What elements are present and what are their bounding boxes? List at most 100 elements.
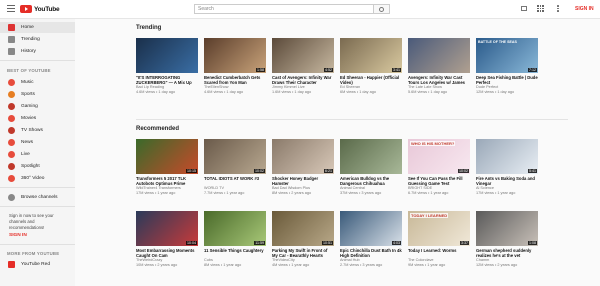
sidebar-item-history[interactable]: History: [0, 46, 75, 57]
news-icon: [8, 139, 15, 146]
video-card[interactable]: 11:59 11 Sensible Things Caughtery Cubs 8M …: [204, 211, 266, 267]
video-card[interactable]: 3:41 Ed Sheeran - Happier (Official Video…: [340, 38, 402, 94]
video-title[interactable]: German shepherd suddenly realizes he's a…: [476, 248, 538, 258]
video-title[interactable]: Epic Chinchilla Dust Bath In 4k High Def…: [340, 248, 402, 258]
sidebar-item-music[interactable]: Music: [0, 77, 75, 88]
sidebar-item-gaming[interactable]: Gaming: [0, 101, 75, 112]
video-thumbnail[interactable]: 10:04: [136, 211, 198, 246]
sidebar-item-label: Browse channels: [21, 195, 58, 200]
search-button[interactable]: [374, 4, 390, 14]
video-thumbnail[interactable]: 5:41: [476, 139, 538, 174]
video-card[interactable]: 10:51 Parking My Swift in Front of My Car…: [272, 211, 334, 267]
live-icon: [8, 151, 15, 158]
video-title[interactable]: TOTAL IDIOTS AT WORK #3: [204, 176, 266, 186]
video-title[interactable]: Cast of Avengers: Infinity War Draws The…: [272, 75, 334, 85]
youtube-logo[interactable]: YouTube: [20, 4, 60, 14]
video-title[interactable]: Transformers 5 2017 TLK Autobots Optimus…: [136, 176, 198, 186]
video-thumbnail[interactable]: 4:03: [340, 211, 402, 246]
video-duration: 10:51: [322, 240, 333, 245]
video-card[interactable]: 10:15 Transformers 5 2017 TLK Autobots Op…: [136, 139, 198, 195]
sidebar-item-youtube-red[interactable]: YouTube Red: [0, 259, 75, 270]
video-thumbnail[interactable]: 7:12 BATTLE OF THE SEAS: [476, 38, 538, 73]
video-card[interactable]: 5:41 Fire Ants vs Baking Soda and Vinegar…: [476, 139, 538, 195]
video-meta: 4M views • 1 year ago: [272, 262, 310, 267]
video-card[interactable]: "It'S INTERROGATING ZUCKERBERG" — A Mix …: [136, 38, 198, 94]
more-options-icon[interactable]: [554, 5, 561, 12]
sidebar-signin-link[interactable]: SIGN IN: [9, 233, 27, 238]
section-title-trending[interactable]: Trending: [136, 25, 161, 31]
divider: [136, 119, 568, 120]
video-title[interactable]: "It'S INTERROGATING ZUCKERBERG" — A Mix …: [136, 75, 198, 85]
video-thumbnail[interactable]: 10:51: [272, 211, 334, 246]
video-card[interactable]: American Bulldog vs the Dangerous Chihua…: [340, 139, 402, 195]
logo-text: YouTube: [34, 5, 60, 13]
video-thumbnail[interactable]: 1:58: [204, 38, 266, 73]
video-meta: 8M views • 1 year ago: [204, 262, 242, 267]
menu-icon[interactable]: [7, 5, 15, 12]
video-title[interactable]: Today I Learned: Worms: [408, 248, 470, 258]
sidebar-item-browse-channels[interactable]: Browse channels: [0, 192, 75, 203]
video-thumbnail[interactable]: TODAY I LEARNED 3:37: [408, 211, 470, 246]
sidebar-item-live[interactable]: Live: [0, 149, 75, 160]
video-card[interactable]: 4:03 Epic Chinchilla Dust Bath In 4k High…: [340, 211, 402, 267]
apps-grid-icon[interactable]: [537, 5, 544, 12]
upload-video-icon[interactable]: [521, 6, 527, 11]
video-card[interactable]: 10:04 Most Embarrassing Moments Caught On…: [136, 211, 198, 267]
video-title[interactable]: Avengers: Infinity War Cast Tours Los An…: [408, 75, 470, 85]
section-title-recommended[interactable]: Recommended: [136, 126, 179, 132]
video-thumbnail[interactable]: 10:15: [136, 139, 198, 174]
signin-button[interactable]: SIGN IN: [575, 6, 594, 12]
video-card[interactable]: 1:08 German shepherd suddenly realizes he…: [476, 211, 538, 267]
video-meta: 17M views • 1 year ago: [136, 190, 176, 195]
video-title[interactable]: Deep Sea Fishing Battle | Dude Perfect: [476, 75, 538, 85]
video-duration: 4:03: [392, 240, 401, 245]
video-thumbnail[interactable]: WHO IS HIS MOTHER? 10:02: [408, 139, 470, 174]
sidebar-item-sports[interactable]: Sports: [0, 89, 75, 100]
search-input[interactable]: Search: [194, 4, 374, 14]
video-thumbnail[interactable]: [340, 139, 402, 174]
video-card[interactable]: 1:58 Benedict Cumberbatch Gets Scared fro…: [204, 38, 266, 94]
sidebar-item-home[interactable]: Home: [0, 22, 75, 33]
video-thumbnail[interactable]: [408, 38, 470, 73]
video-title[interactable]: Shocker Honey Badger Hamster: [272, 176, 334, 186]
movies-icon: [8, 115, 15, 122]
video-card[interactable]: WHO IS HIS MOTHER? 10:02 See If You Can Pa…: [408, 139, 470, 195]
video-thumbnail[interactable]: [136, 38, 198, 73]
video-thumbnail[interactable]: 1:08: [476, 211, 538, 246]
video-meta: 4.6M views • 1 day ago: [204, 89, 244, 94]
sidebar-item-trending[interactable]: Trending: [0, 34, 75, 45]
video-duration: 1:58: [256, 67, 265, 72]
video-title[interactable]: Fire Ants vs Baking Soda and Vinegar: [476, 176, 538, 186]
video-card[interactable]: Avengers: Infinity War Cast Tours Los An…: [408, 38, 470, 94]
video-title[interactable]: Parking My Swift in Front of My Car - Be…: [272, 248, 334, 258]
sidebar-item-360-video[interactable]: 360° Video: [0, 173, 75, 184]
music-icon: [8, 79, 15, 86]
video-card[interactable]: 10:02 TOTAL IDIOTS AT WORK #3 WORLD TV 7.7M…: [204, 139, 266, 195]
video-thumbnail[interactable]: 3:41: [340, 38, 402, 73]
sidebar-item-label: Spotlight: [21, 164, 40, 169]
video-thumbnail[interactable]: 6:21: [272, 139, 334, 174]
video-card[interactable]: 6:21 Shocker Honey Badger Hamster Bad Dad …: [272, 139, 334, 195]
sidebar-item-news[interactable]: News: [0, 137, 75, 148]
video-card[interactable]: TODAY I LEARNED 3:37 Today I Learned: Worm…: [408, 211, 470, 267]
video-title[interactable]: Benedict Cumberbatch Gets Scared from Yo…: [204, 75, 266, 85]
video-thumbnail[interactable]: 10:02: [204, 139, 266, 174]
video-meta: 8M views • 2 years ago: [272, 190, 312, 195]
video-title[interactable]: 11 Sensible Things Caughtery: [204, 248, 266, 258]
video-title[interactable]: Ed Sheeran - Happier (Official Video): [340, 75, 402, 85]
sidebar-item-tv-shows[interactable]: TV Shows: [0, 125, 75, 136]
thumbnail-caption: TODAY I LEARNED: [410, 213, 449, 218]
sidebar-item-movies[interactable]: Movies: [0, 113, 75, 124]
signin-prompt: Sign in now to see your channels and rec…: [9, 213, 54, 230]
video-duration: 3:37: [460, 240, 469, 245]
video-title[interactable]: Most Embarrassing Moments Caught On Cam: [136, 248, 198, 258]
video-card[interactable]: 4:52 Cast of Avengers: Infinity War Draws…: [272, 38, 334, 94]
video-thumbnail[interactable]: 11:59: [204, 211, 266, 246]
video-card[interactable]: 7:12 BATTLE OF THE SEAS Deep Sea Fishing B…: [476, 38, 538, 94]
sidebar-item-spotlight[interactable]: Spotlight: [0, 161, 75, 172]
video-title[interactable]: See If You Can Pass the Fill Guessing Ga…: [408, 176, 470, 186]
video-thumbnail[interactable]: 4:52: [272, 38, 334, 73]
video-title[interactable]: American Bulldog vs the Dangerous Chihua…: [340, 176, 402, 186]
flame-icon: [8, 36, 15, 43]
youtube-red-icon: [8, 261, 15, 268]
